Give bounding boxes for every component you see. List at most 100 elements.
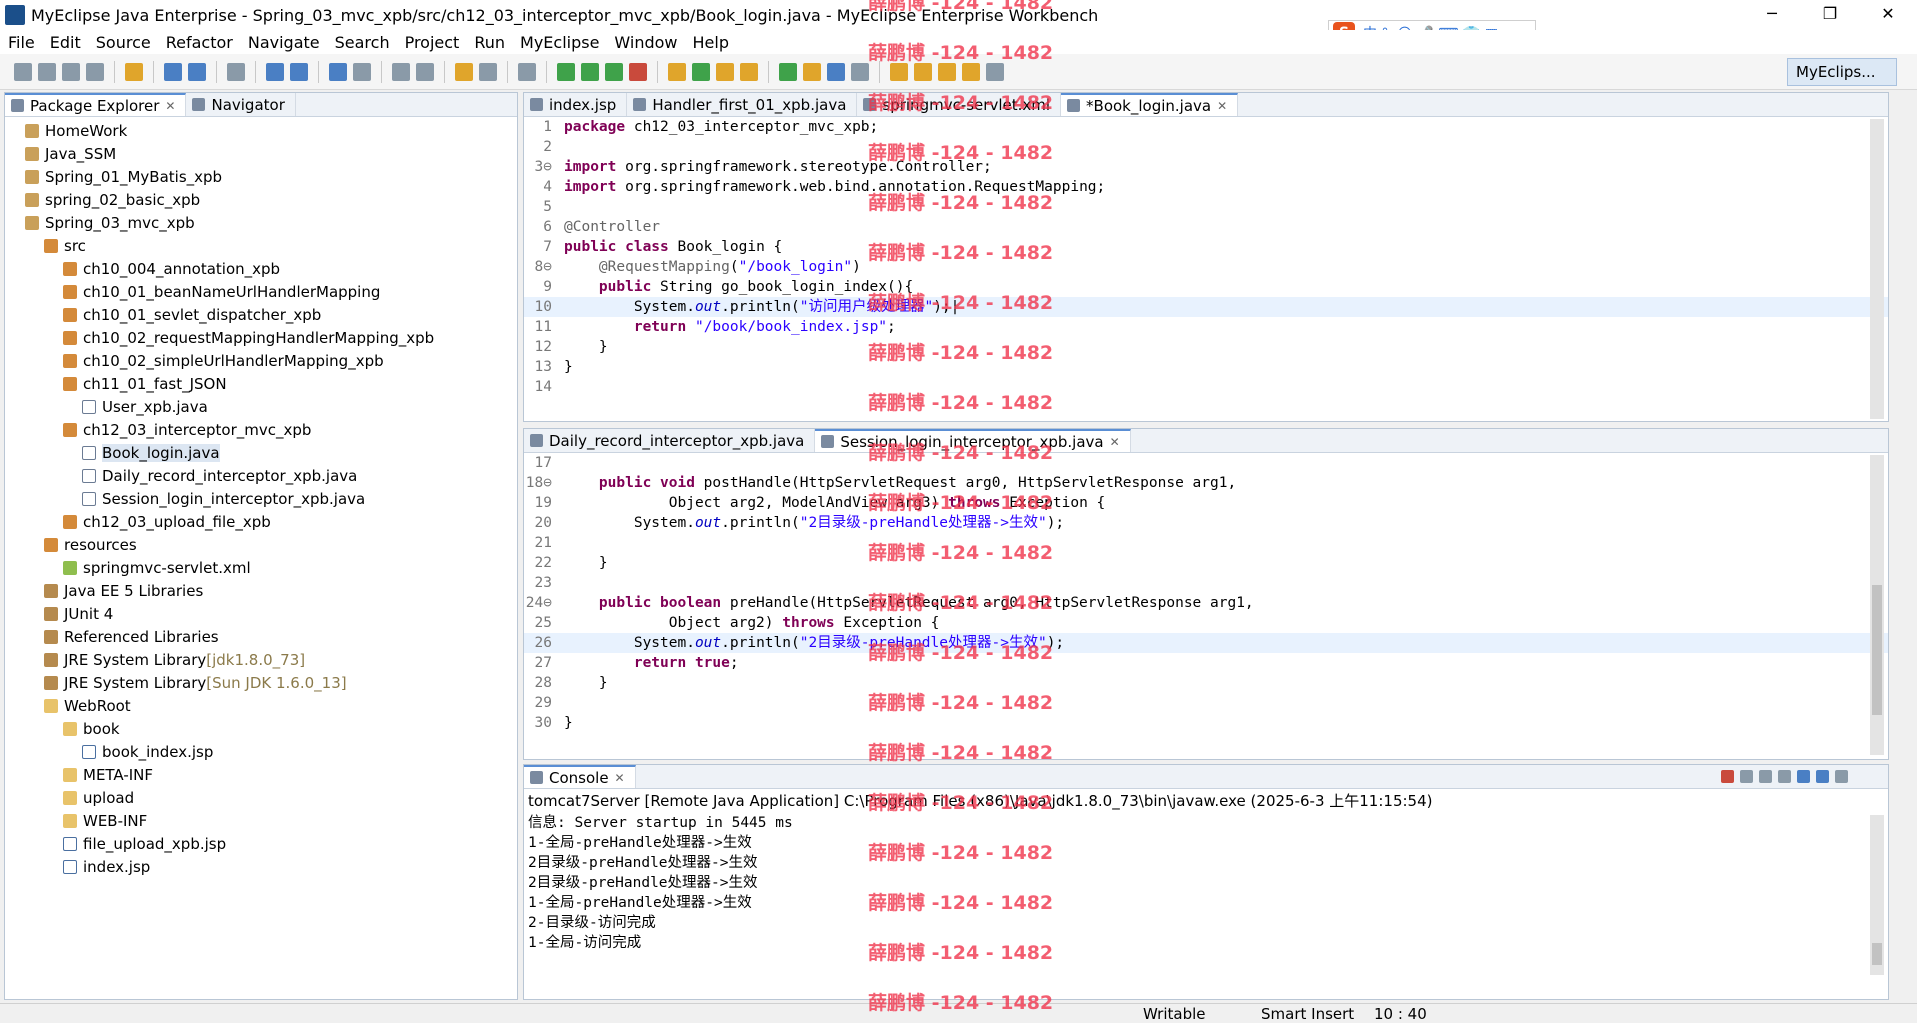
console-scrollbar[interactable] [1870, 815, 1884, 975]
menu-project[interactable]: Project [405, 33, 460, 52]
code-line[interactable]: 19 Object arg2, ModelAndView arg3) throw… [524, 493, 1888, 513]
menu-refactor[interactable]: Refactor [166, 33, 233, 52]
highlight-icon[interactable] [803, 62, 821, 81]
terminate-icon[interactable] [1721, 770, 1734, 783]
tree-item[interactable]: spring_02_basic_xpb [5, 188, 517, 211]
tree-item[interactable]: ch10_01_sevlet_dispatcher_xpb [5, 303, 517, 326]
tree-item[interactable]: Book_login.java [5, 441, 517, 464]
pin-console-icon[interactable] [1816, 770, 1829, 783]
code-line[interactable]: 8⊖ @RequestMapping("/book_login") [524, 257, 1888, 277]
tree-item[interactable]: Spring_01_MyBatis_xpb [5, 165, 517, 188]
close-icon[interactable]: ✕ [1110, 431, 1120, 453]
menu-navigate[interactable]: Navigate [248, 33, 320, 52]
tree-item[interactable]: META-INF [5, 763, 517, 786]
tree-item[interactable]: ch10_01_beanNameUrlHandlerMapping [5, 280, 517, 303]
code-line[interactable]: 5 [524, 197, 1888, 217]
save-all-icon[interactable] [62, 62, 80, 81]
manage-deploy-icon[interactable] [290, 62, 308, 81]
block-select-icon[interactable] [827, 62, 845, 81]
server-icon[interactable] [227, 62, 245, 81]
menu-source[interactable]: Source [96, 33, 151, 52]
tree-item[interactable]: book [5, 717, 517, 740]
close-icon[interactable]: ✕ [165, 95, 175, 117]
back-history-icon[interactable] [392, 62, 410, 81]
toggle-mark-icon[interactable] [779, 62, 797, 81]
prev-annotation-icon[interactable] [914, 62, 932, 81]
tree-item[interactable]: JUnit 4 [5, 602, 517, 625]
editor-tab[interactable]: index.jsp [524, 93, 628, 116]
code-line[interactable]: 11 return "/book/book_index.jsp"; [524, 317, 1888, 337]
code-line[interactable]: 20 System.out.println("2目录级-preHandle处理器… [524, 513, 1888, 533]
editor-top-scrollbar[interactable] [1870, 119, 1884, 419]
code-line[interactable]: 22 } [524, 553, 1888, 573]
tree-item[interactable]: User_xpb.java [5, 395, 517, 418]
editor-bottom-scrollbar[interactable] [1870, 455, 1884, 755]
tree-item[interactable]: ch10_02_simpleUrlHandlerMapping_xpb [5, 349, 517, 372]
last-edit-icon[interactable] [938, 62, 956, 81]
new-project-icon[interactable] [125, 62, 143, 81]
tree-item[interactable]: Java EE 5 Libraries [5, 579, 517, 602]
remove-launch-icon[interactable] [1740, 770, 1753, 783]
tree-item[interactable]: WebRoot [5, 694, 517, 717]
code-line[interactable]: 4 import org.springframework.web.bind.ann… [524, 177, 1888, 197]
tree-item[interactable]: resources [5, 533, 517, 556]
tree-item[interactable]: file_upload_xpb.jsp [5, 832, 517, 855]
code-line[interactable]: 7 public class Book_login { [524, 237, 1888, 257]
menu-myeclipse[interactable]: MyEclipse [520, 33, 599, 52]
code-editor-session-interceptor[interactable]: 17 18⊖ public void postHandle(HttpServlet… [524, 453, 1888, 733]
code-line[interactable]: 27 return true; [524, 653, 1888, 673]
open-resource-icon[interactable] [188, 62, 206, 81]
tree-item[interactable]: book_index.jsp [5, 740, 517, 763]
print-icon[interactable] [86, 62, 104, 81]
editor-tab[interactable]: springmvc-servlet.xml [857, 93, 1062, 116]
tree-item[interactable]: Java_SSM [5, 142, 517, 165]
code-editor-book-login[interactable]: 1 package ch12_03_interceptor_mvc_xpb; 2 3⊖… [524, 117, 1888, 397]
tree-item[interactable]: ch12_03_interceptor_mvc_xpb [5, 418, 517, 441]
editor-tab[interactable]: Daily_record_interceptor_xpb.java [524, 429, 816, 452]
console-output[interactable]: 信息: Server startup in 5445 ms 1-全局-preHan… [524, 813, 1888, 953]
menu-search[interactable]: Search [335, 33, 390, 52]
code-line[interactable]: 18⊖ public void postHandle(HttpServletRe… [524, 473, 1888, 493]
open-console-icon[interactable] [1835, 770, 1848, 783]
menu-window[interactable]: Window [614, 33, 677, 52]
close-icon[interactable]: ✕ [615, 767, 625, 789]
tree-item[interactable]: Session_login_interceptor_xpb.java [5, 487, 517, 510]
code-line[interactable]: 14 [524, 377, 1888, 397]
tree-item[interactable]: Referenced Libraries [5, 625, 517, 648]
tab-console[interactable]: Console ✕ [524, 765, 636, 788]
code-line[interactable]: 6 @Controller [524, 217, 1888, 237]
tab-navigator[interactable]: Navigator [186, 93, 296, 116]
close-icon[interactable]: ✕ [1217, 95, 1227, 117]
clear-console-icon[interactable] [1778, 770, 1791, 783]
refresh-icon[interactable] [692, 62, 710, 81]
code-line[interactable]: 29 [524, 693, 1888, 713]
tree-item[interactable]: ch11_01_fast_JSON [5, 372, 517, 395]
tree-item[interactable]: index.jsp [5, 855, 517, 878]
menu-help[interactable]: Help [693, 33, 729, 52]
tree-item[interactable]: upload [5, 786, 517, 809]
code-line[interactable]: 30} [524, 713, 1888, 733]
run-coverage-icon[interactable] [605, 62, 623, 81]
tree-item[interactable]: HomeWork [5, 119, 517, 142]
tab-package-explorer[interactable]: Package Explorer ✕ [5, 93, 187, 117]
open-task-icon[interactable] [740, 62, 758, 81]
show-whitespace-icon[interactable] [851, 62, 869, 81]
code-line[interactable]: 10 System.out.println("访问用户级处理器");| [524, 297, 1888, 317]
debug-icon[interactable] [557, 62, 575, 81]
editor-tab[interactable]: *Book_login.java ✕ [1061, 93, 1239, 117]
monitor-icon[interactable] [518, 62, 536, 81]
tree-item[interactable]: ch12_03_upload_file_xpb [5, 510, 517, 533]
tree-item[interactable]: JRE System Library [Sun JDK 1.6.0_13] [5, 671, 517, 694]
maximize-button[interactable]: ❐ [1801, 0, 1859, 30]
code-line[interactable]: 17 [524, 453, 1888, 473]
code-line[interactable]: 23 [524, 573, 1888, 593]
close-button[interactable]: ✕ [1859, 0, 1917, 30]
editor-tab[interactable]: Session_login_interceptor_xpb.java ✕ [815, 429, 1131, 453]
next-annotation-icon[interactable] [890, 62, 908, 81]
code-line[interactable]: 26 System.out.println("2目录级-preHandle处理器… [524, 633, 1888, 653]
code-line[interactable]: 21 [524, 533, 1888, 553]
code-line[interactable]: 2 [524, 137, 1888, 157]
new-package-icon[interactable] [668, 62, 686, 81]
code-line[interactable]: 28 } [524, 673, 1888, 693]
menu-run[interactable]: Run [474, 33, 505, 52]
